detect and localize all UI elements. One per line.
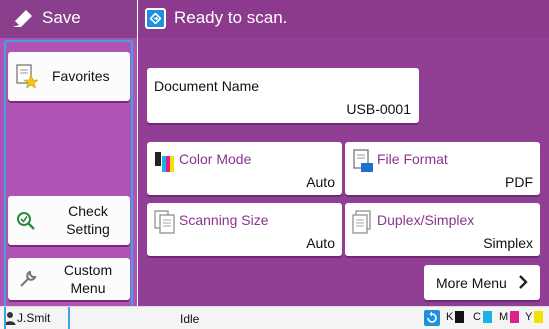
ink-y-swatch <box>534 311 544 323</box>
scanning-size-icon <box>154 210 175 234</box>
scan-screen: Save Ready to scan. Favorites Check Sett… <box>0 0 549 329</box>
ink-k-swatch <box>455 311 465 323</box>
duplex-simplex-label: Duplex/Simplex <box>377 212 475 228</box>
color-mode-label: Color Mode <box>179 151 252 167</box>
more-menu-button[interactable]: More Menu <box>424 265 540 300</box>
ink-m: M <box>499 311 520 323</box>
ink-m-swatch <box>510 311 520 323</box>
status-bar: J.Smit Idle K C M Y <box>0 306 549 329</box>
document-name-value: USB-0001 <box>346 101 411 117</box>
pdf-file-icon <box>353 149 373 172</box>
status-text: Ready to scan. <box>174 8 288 27</box>
color-mode-value: Auto <box>306 174 335 190</box>
ink-c: C <box>473 311 492 323</box>
file-format-value: PDF <box>505 174 533 190</box>
status-header: Ready to scan. <box>138 0 549 38</box>
more-menu-label: More Menu <box>436 275 507 291</box>
ink-info-button[interactable] <box>424 310 440 326</box>
file-format-tile[interactable]: File Format PDF <box>345 142 540 195</box>
chevron-right-icon <box>519 275 528 289</box>
scanning-size-tile[interactable]: Scanning Size Auto <box>147 203 342 256</box>
pen-icon <box>13 10 32 27</box>
selection-frame <box>4 40 133 308</box>
scanning-size-label: Scanning Size <box>179 212 269 228</box>
machine-state: Idle <box>180 312 200 326</box>
scanning-size-value: Auto <box>306 235 335 251</box>
mode-title: Save <box>42 8 81 27</box>
ink-y: Y <box>525 311 544 323</box>
scan-status-icon <box>145 8 166 29</box>
color-mode-tile[interactable]: Color Mode Auto <box>147 142 342 195</box>
document-name-button[interactable]: Document Name USB-0001 <box>147 68 419 123</box>
duplex-simplex-value: Simplex <box>483 235 533 251</box>
ink-c-swatch <box>482 311 492 323</box>
document-name-label: Document Name <box>154 78 260 94</box>
ink-k: K <box>446 311 465 323</box>
duplex-simplex-tile[interactable]: Duplex/Simplex Simplex <box>345 203 540 256</box>
file-format-label: File Format <box>377 151 448 167</box>
mode-header: Save <box>0 0 137 38</box>
color-mode-icon <box>155 152 174 172</box>
refresh-icon <box>427 311 437 323</box>
duplex-simplex-icon <box>352 210 371 234</box>
user-selection-frame <box>4 307 70 329</box>
